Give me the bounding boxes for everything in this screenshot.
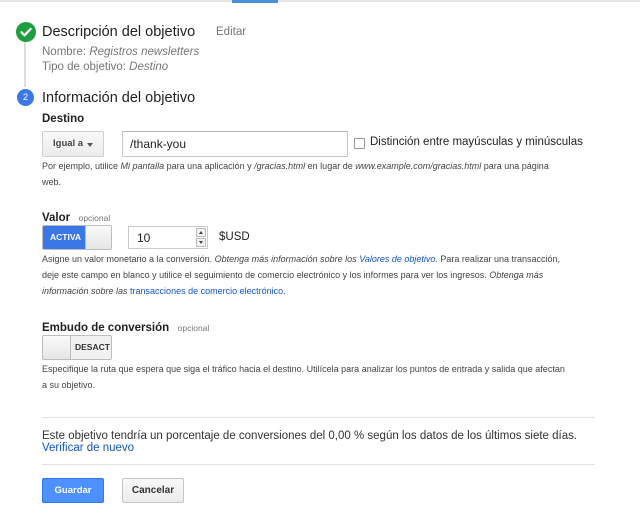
help-text: Especifique la ruta que espera que siga …: [42, 364, 565, 374]
funnel-help: Especifique la ruta que espera que siga …: [42, 361, 602, 393]
case-sensitive-label: Distinción entre mayúsculas y minúsculas: [370, 136, 583, 148]
value-help: Asigne un valor monetario a la conversió…: [42, 251, 612, 299]
destination-label: Destino: [42, 113, 85, 125]
funnel-heading: Embudo de conversión opcional: [42, 318, 209, 336]
case-sensitive-checkbox[interactable]: [354, 138, 365, 149]
edit-link[interactable]: Editar: [216, 26, 246, 38]
funnel-optional: opcional: [177, 323, 210, 333]
match-type-label: Igual a: [53, 138, 84, 149]
help-text: deje este campo en blanco y utilice el s…: [42, 270, 490, 280]
help-text: información sobre las: [42, 286, 131, 296]
save-button[interactable]: Guardar: [42, 478, 104, 503]
help-text: en lugar de: [305, 161, 356, 171]
value-toggle[interactable]: ACTIVA: [42, 225, 112, 250]
value-optional: opcional: [78, 213, 111, 223]
help-text: web.: [42, 177, 62, 187]
value-heading: Valor opcional: [42, 208, 110, 226]
goal-name-label: Nombre:: [42, 46, 87, 58]
caret-down-icon: [87, 143, 93, 147]
funnel-label: Embudo de conversión: [42, 322, 170, 334]
divider: [42, 417, 595, 418]
help-example-page: /gracias.html: [254, 161, 306, 171]
funnel-toggle-label: DESACT: [71, 336, 111, 359]
verify-text: Este objetivo tendría un porcentaje de c…: [42, 430, 578, 442]
stepper-down-icon[interactable]: [196, 238, 206, 247]
step-complete-check-icon: [16, 22, 36, 42]
destination-help: Por ejemplo, utilice Mi pantalla para un…: [42, 158, 602, 190]
goal-name-value: Registros newsletters: [89, 46, 200, 58]
goal-type-label: Tipo de objetivo:: [42, 61, 126, 73]
step1-title: Descripción del objetivo: [42, 24, 196, 40]
help-text: Obtenga más: [489, 270, 544, 280]
funnel-toggle[interactable]: DESACT: [42, 335, 112, 360]
check-icon: [20, 27, 32, 37]
funnel-toggle-knob: [43, 336, 71, 359]
match-type-dropdown[interactable]: Igual a: [42, 131, 104, 157]
step-connector: [24, 40, 26, 87]
step2-number: 2: [17, 89, 34, 106]
value-toggle-label: ACTIVA: [43, 226, 87, 249]
step2-title: Información del objetivo: [42, 90, 196, 106]
help-example-url: www.example.com/gracias.html: [355, 161, 482, 171]
help-text: para una aplicación y: [164, 161, 255, 171]
value-label: Valor: [42, 212, 71, 224]
value-stepper[interactable]: [196, 228, 206, 247]
value-toggle-knob: [85, 226, 111, 249]
help-text: Asigne un valor monetario a la conversió…: [42, 254, 215, 264]
ecommerce-link[interactable]: transacciones de comercio electrónico: [130, 286, 283, 296]
goal-name: Nombre: Registros newsletters: [42, 46, 199, 58]
help-text: Obtenga más información sobre los: [214, 254, 360, 264]
help-text: para una página: [481, 161, 549, 171]
goal-values-link[interactable]: Valores de objetivo: [359, 254, 435, 264]
divider: [42, 464, 595, 465]
destination-input[interactable]: [122, 131, 348, 157]
top-border: [0, 0, 640, 2]
help-text: Para realizar una transacción,: [437, 254, 560, 264]
currency-label: $USD: [219, 231, 250, 243]
active-tab-indicator: [232, 0, 278, 3]
help-text: .: [283, 286, 286, 296]
help-text: Por ejemplo, utilice: [42, 161, 121, 171]
cancel-button[interactable]: Cancelar: [122, 478, 184, 503]
goal-type: Tipo de objetivo: Destino: [42, 61, 168, 73]
help-text: a su objetivo.: [42, 380, 96, 390]
stepper-up-icon[interactable]: [196, 228, 206, 237]
goal-type-value: Destino: [129, 61, 169, 73]
verify-again-link[interactable]: Verificar de nuevo: [42, 442, 134, 454]
help-example-screen: Mi pantalla: [120, 161, 165, 171]
